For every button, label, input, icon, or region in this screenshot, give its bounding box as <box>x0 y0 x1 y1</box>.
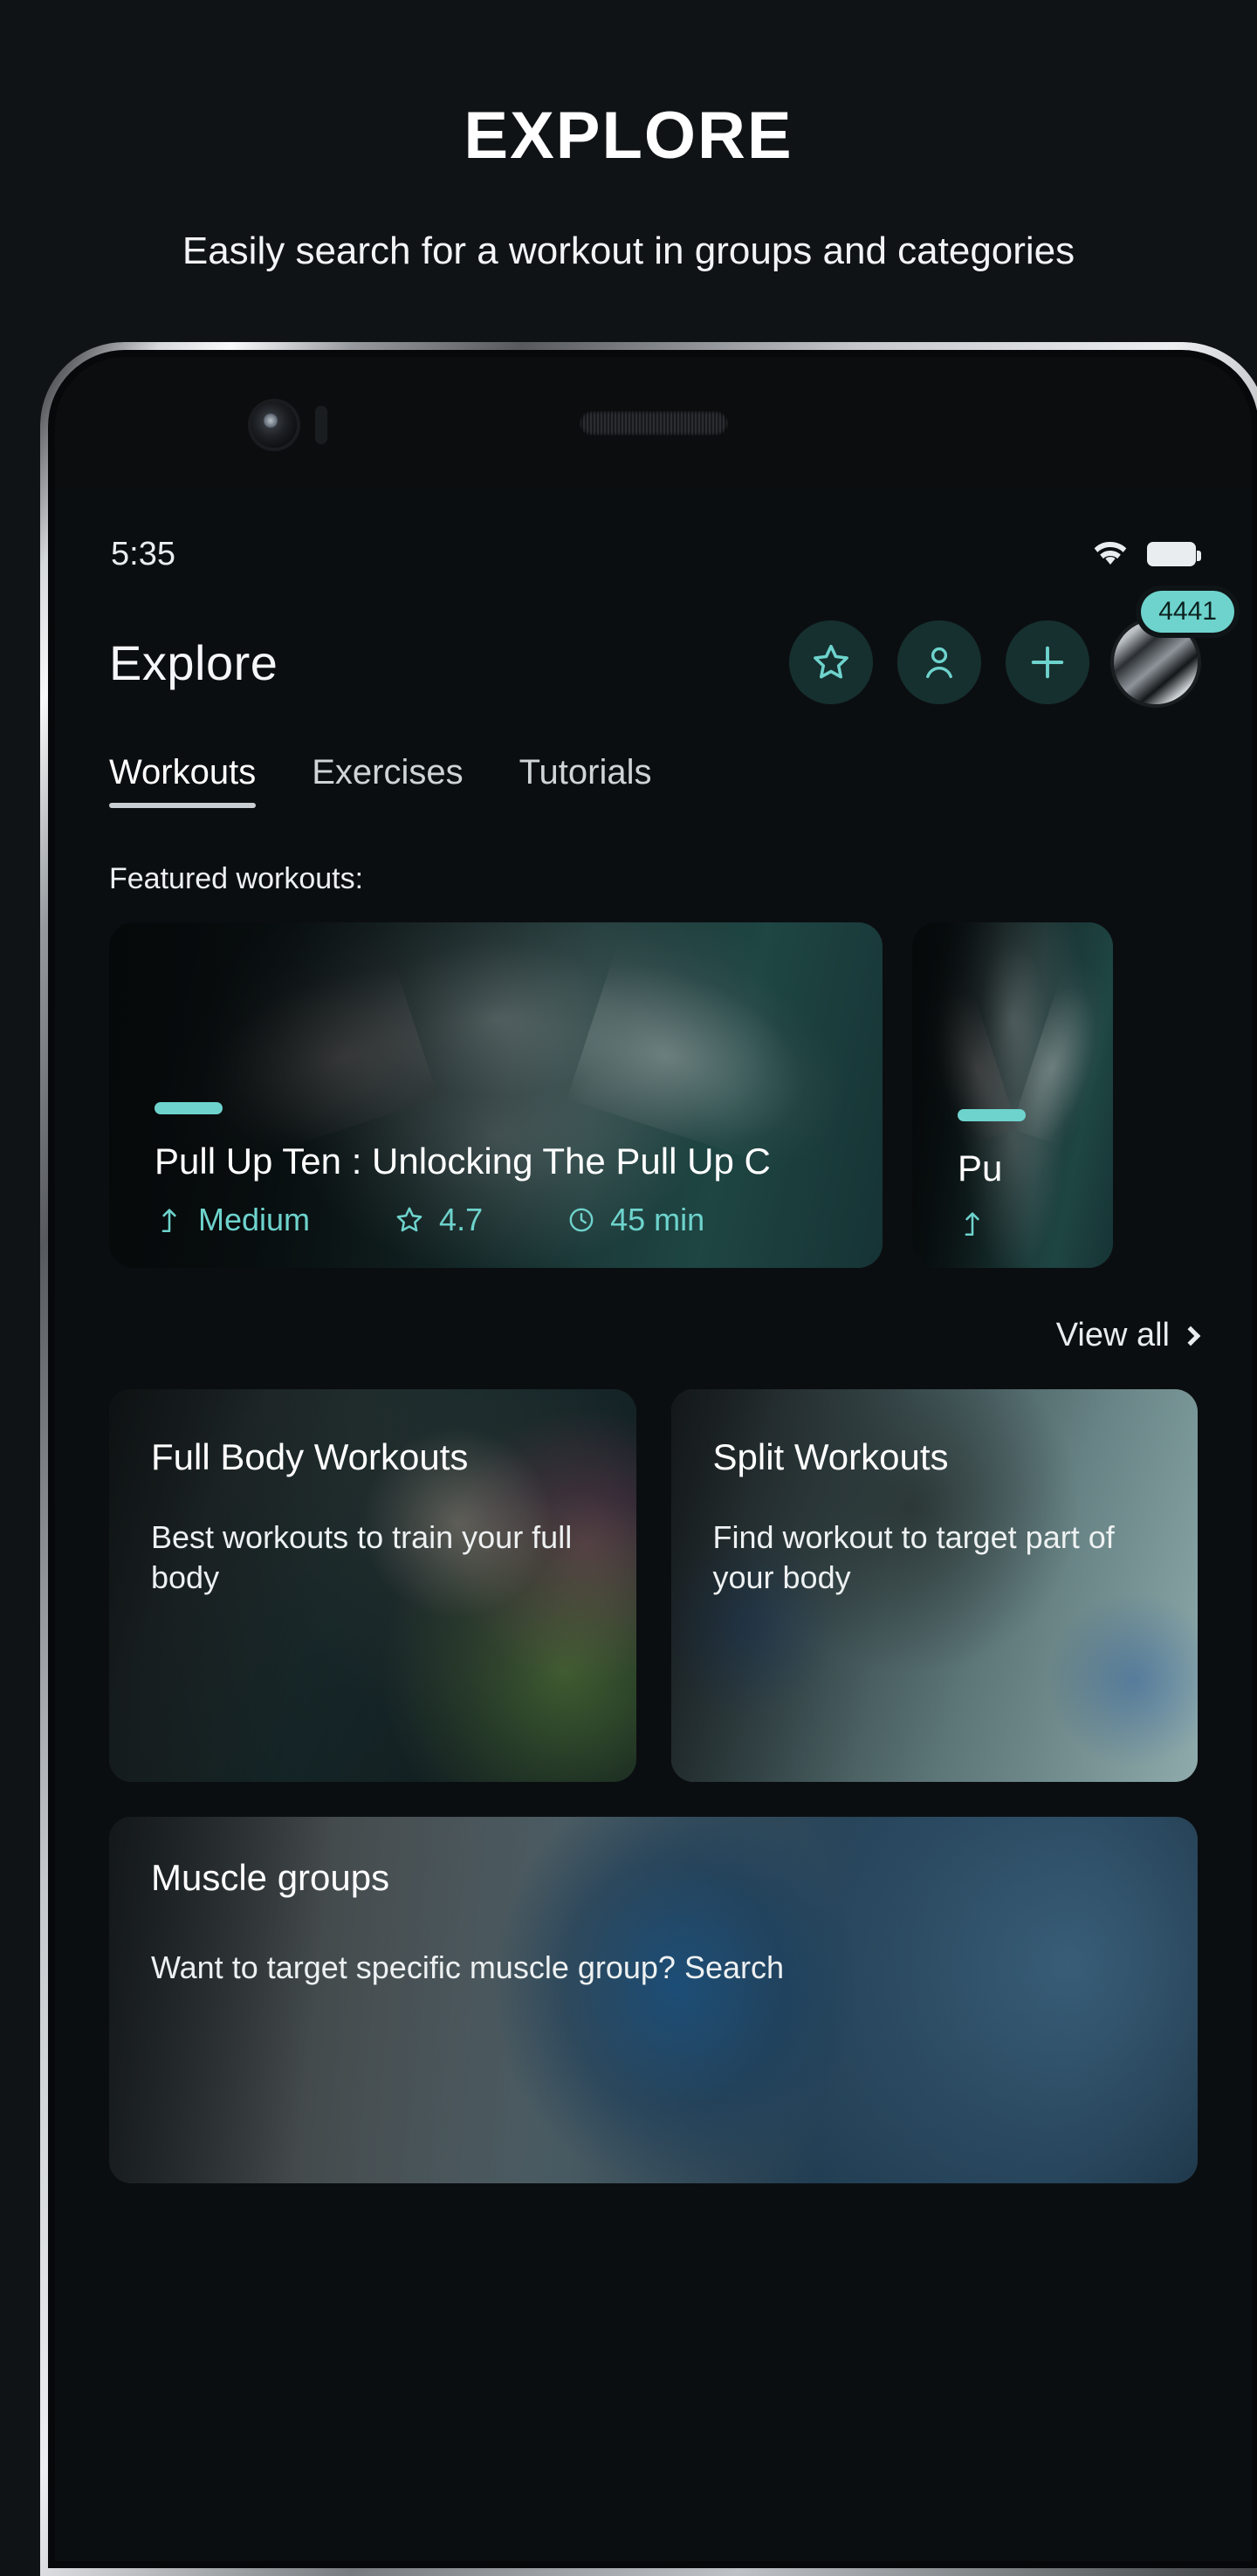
view-all-row: View all <box>55 1268 1252 1354</box>
category-card-split[interactable]: Split Workouts Find workout to target pa… <box>670 1389 1198 1782</box>
workout-title: Pu <box>958 1148 1003 1189</box>
add-button[interactable] <box>1006 620 1089 704</box>
tab-tutorials[interactable]: Tutorials <box>519 753 652 808</box>
tab-bar: Workouts Exercises Tutorials <box>55 704 1252 808</box>
plus-icon <box>1031 646 1064 679</box>
category-description: Want to target specific muscle group? Se… <box>151 1949 785 1985</box>
status-badge: 4441 <box>1141 591 1234 633</box>
app-header: Explore 4441 <box>55 582 1252 704</box>
rating-value: 4.7 <box>439 1202 484 1237</box>
featured-workouts-label: Featured workouts: <box>109 862 364 895</box>
status-bar: 5:35 <box>55 488 1252 582</box>
page-subtitle: Easily search for a workout in groups an… <box>182 230 1075 272</box>
battery-icon <box>1147 542 1201 566</box>
header-actions: 4441 <box>789 591 1234 704</box>
avatar <box>1114 620 1198 704</box>
difficulty-meta: Medium <box>155 1202 310 1238</box>
star-icon <box>814 644 848 679</box>
favorites-button[interactable] <box>789 620 873 704</box>
profile-button[interactable] <box>897 620 981 704</box>
wifi-icon <box>1094 541 1127 565</box>
category-description: Find workout to target part of your body <box>712 1519 1115 1596</box>
person-icon <box>926 647 952 679</box>
front-camera-icon <box>251 402 297 448</box>
arrow-up-icon <box>965 1212 979 1237</box>
difficulty-meta <box>958 1209 987 1238</box>
avatar-button[interactable]: 4441 <box>1114 591 1234 704</box>
difficulty-value: Medium <box>198 1202 311 1237</box>
workout-meta: Medium 4.7 45 min <box>155 1202 848 1238</box>
rating-meta: 4.7 <box>394 1202 483 1238</box>
featured-carousel[interactable]: Pull Up Ten : Unlocking The Pull Up C Me… <box>55 896 1252 1268</box>
chevron-right-icon <box>1180 1326 1201 1346</box>
phone-mockup: 5:35 Explore 4441 Workouts Exercises Tut… <box>40 342 1257 2576</box>
accent-rule <box>155 1102 223 1114</box>
workout-meta <box>958 1209 1078 1238</box>
accent-rule <box>958 1109 1026 1121</box>
arrow-up-icon <box>161 1209 176 1233</box>
category-title: Full Body Workouts <box>151 1436 469 1477</box>
proximity-sensor-icon <box>315 406 327 444</box>
tab-exercises[interactable]: Exercises <box>312 753 463 808</box>
category-card-full-body[interactable]: Full Body Workouts Best workouts to trai… <box>109 1389 636 1782</box>
featured-workout-card[interactable]: Pu <box>912 922 1113 1268</box>
category-title: Split Workouts <box>712 1436 949 1477</box>
phone-screen: 5:35 Explore 4441 Workouts Exercises Tut… <box>55 357 1252 2561</box>
view-all-link[interactable]: View all <box>1055 1317 1201 1354</box>
app-viewport: 5:35 Explore 4441 Workouts Exercises Tut… <box>55 488 1252 2561</box>
phone-hardware-strip <box>55 357 1252 488</box>
app-title: Explore <box>109 634 278 690</box>
star-icon <box>396 1207 422 1232</box>
featured-workout-card[interactable]: Pull Up Ten : Unlocking The Pull Up C Me… <box>109 922 883 1268</box>
duration-value: 45 min <box>610 1202 705 1237</box>
category-description: Best workouts to train your full body <box>151 1519 573 1596</box>
earpiece-speaker-icon <box>579 411 728 435</box>
promo-header: EXPLORE Easily search for a workout in g… <box>0 0 1257 273</box>
view-all-label: View all <box>1055 1317 1170 1353</box>
workout-title: Pull Up Ten : Unlocking The Pull Up C <box>155 1141 771 1182</box>
clock-icon <box>569 1208 594 1232</box>
page-title: EXPLORE <box>464 99 793 173</box>
status-icons <box>1093 541 1201 567</box>
tab-workouts[interactable]: Workouts <box>109 753 257 808</box>
category-grid: Full Body Workouts Best workouts to trai… <box>55 1354 1252 1782</box>
duration-meta: 45 min <box>567 1202 704 1238</box>
status-time: 5:35 <box>111 535 175 572</box>
category-title: Muscle groups <box>151 1857 390 1898</box>
category-card-muscle-groups[interactable]: Muscle groups Want to target specific mu… <box>109 1817 1198 2183</box>
